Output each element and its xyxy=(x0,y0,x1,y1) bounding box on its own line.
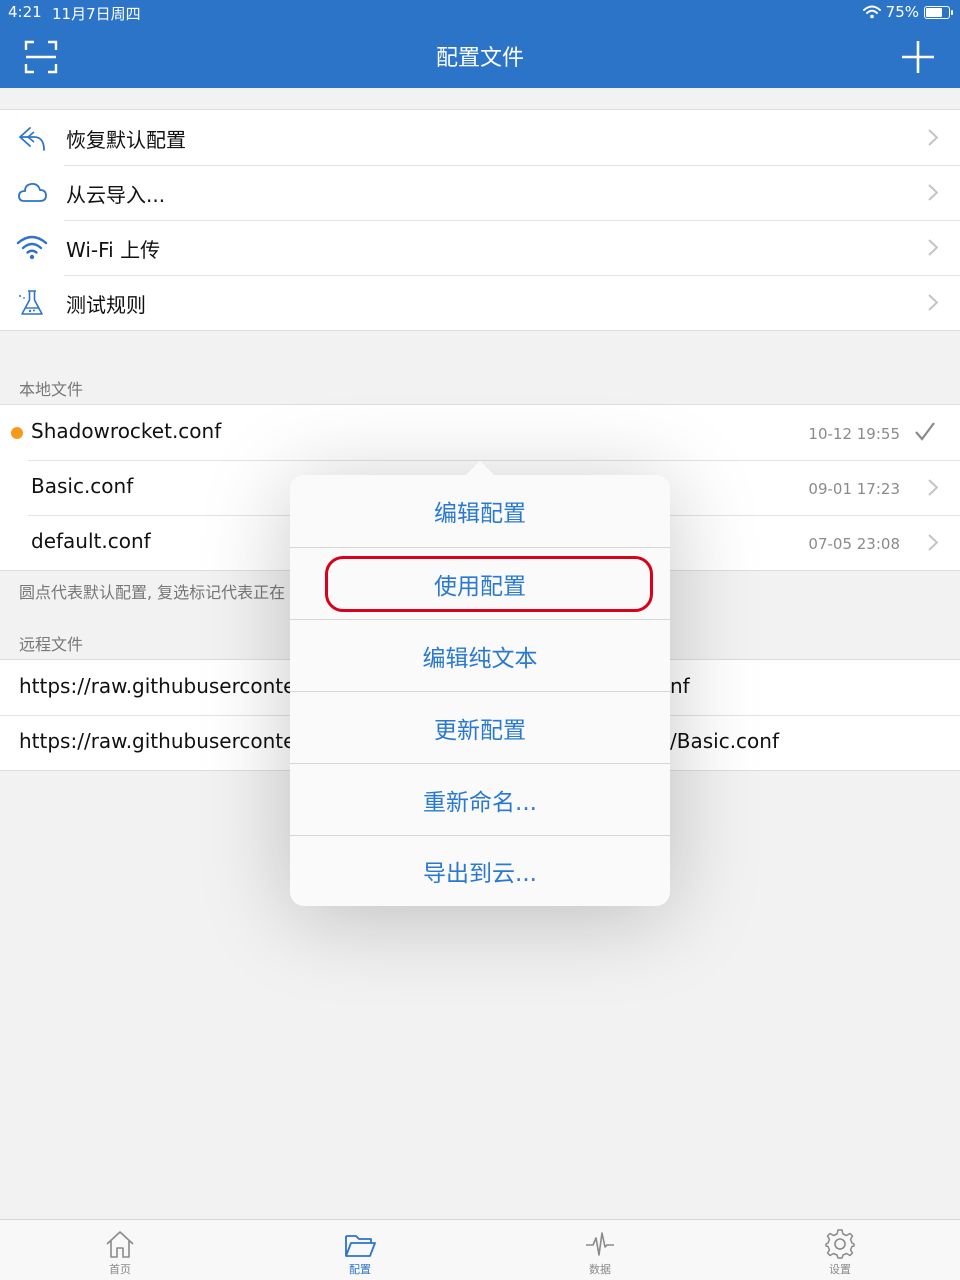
remote-url-suffix: /Basic.conf xyxy=(670,729,779,753)
menu-item-label: 测试规则 xyxy=(66,293,146,317)
popover-rename[interactable]: 重新命名... xyxy=(290,763,670,835)
wifi-signal-icon xyxy=(862,5,881,19)
tab-home[interactable]: 首页 xyxy=(60,1220,180,1280)
battery-fill xyxy=(926,7,942,17)
tab-data[interactable]: 数据 xyxy=(540,1220,660,1280)
menu-item-wifi-upload[interactable]: Wi-Fi 上传 xyxy=(0,220,960,275)
menu-item-import-cloud[interactable]: 从云导入... xyxy=(0,165,960,220)
file-name: Basic.conf xyxy=(31,474,134,498)
menu-item-test-rules[interactable]: 测试规则 xyxy=(0,275,960,330)
local-files-header: 本地文件 xyxy=(19,380,84,399)
menu-item-label: 恢复默认配置 xyxy=(66,128,186,152)
undo-arrow-icon xyxy=(19,127,45,151)
local-files-footnote: 圆点代表默认配置, 复选标记代表正在 xyxy=(19,583,286,602)
tab-config[interactable]: 配置 xyxy=(300,1220,420,1280)
page-title: 配置文件 xyxy=(435,46,524,71)
tab-label: 配置 xyxy=(349,1263,371,1276)
chevron-right-icon xyxy=(928,129,938,146)
menu-item-label: Wi-Fi 上传 xyxy=(66,238,161,262)
chevron-right-icon xyxy=(928,534,938,551)
add-icon[interactable] xyxy=(900,39,936,75)
tab-label: 数据 xyxy=(589,1263,611,1276)
popover-export-cloud[interactable]: 导出到云... xyxy=(290,835,670,906)
remote-url-prefix: https://raw.githubusercontent. xyxy=(19,729,323,753)
action-menu-list: 恢复默认配置 从云导入... Wi-Fi 上传 测试规则 xyxy=(0,109,960,331)
wifi-icon xyxy=(16,235,48,260)
popover-update-config[interactable]: 更新配置 xyxy=(290,691,670,763)
local-file-row[interactable]: Shadowrocket.conf 10-12 19:55 xyxy=(0,405,960,460)
tab-label: 设置 xyxy=(829,1263,851,1276)
status-time: 4:21 xyxy=(8,3,42,21)
nav-bar: 配置文件 xyxy=(0,26,960,88)
checkmark-icon xyxy=(915,422,935,441)
chevron-right-icon xyxy=(928,294,938,311)
file-time: 10-12 19:55 xyxy=(808,425,900,443)
config-action-popover: 编辑配置 使用配置 编辑纯文本 更新配置 重新命名... 导出到云... xyxy=(290,460,670,906)
popover-use-config[interactable]: 使用配置 xyxy=(290,547,670,619)
tab-bar: 首页 配置 数据 设置 xyxy=(0,1219,960,1280)
gear-icon xyxy=(825,1229,855,1259)
home-icon xyxy=(106,1231,134,1258)
flask-icon xyxy=(19,290,43,315)
status-right: 75% xyxy=(862,3,953,21)
menu-item-label: 从云导入... xyxy=(66,183,166,207)
chevron-right-icon xyxy=(928,184,938,201)
status-bar: 4:21 11月7日周四 75% xyxy=(0,0,960,26)
file-time: 07-05 23:08 xyxy=(808,535,900,553)
chevron-right-icon xyxy=(928,479,938,496)
cloud-icon xyxy=(18,182,47,202)
popover-edit-plain-text[interactable]: 编辑纯文本 xyxy=(290,619,670,691)
popover-edit-config[interactable]: 编辑配置 xyxy=(290,475,670,547)
file-time: 09-01 17:23 xyxy=(808,480,900,498)
file-name: default.conf xyxy=(31,529,151,553)
popover-items: 编辑配置 使用配置 编辑纯文本 更新配置 重新命名... 导出到云... xyxy=(290,475,670,906)
battery-icon xyxy=(924,5,953,19)
remote-files-header: 远程文件 xyxy=(19,635,84,654)
battery-percent: 75% xyxy=(885,3,919,21)
pulse-icon xyxy=(586,1232,614,1256)
tab-settings[interactable]: 设置 xyxy=(780,1220,900,1280)
folder-icon xyxy=(345,1235,376,1257)
status-date: 11月7日周四 xyxy=(52,5,141,23)
chevron-right-icon xyxy=(928,239,938,256)
remote-url-suffix: nf xyxy=(670,674,690,698)
remote-url-prefix: https://raw.githubusercontent. xyxy=(19,674,323,698)
tab-label: 首页 xyxy=(109,1263,131,1276)
default-config-dot xyxy=(11,427,23,439)
menu-item-restore-default[interactable]: 恢复默认配置 xyxy=(0,110,960,165)
file-name: Shadowrocket.conf xyxy=(31,419,222,443)
